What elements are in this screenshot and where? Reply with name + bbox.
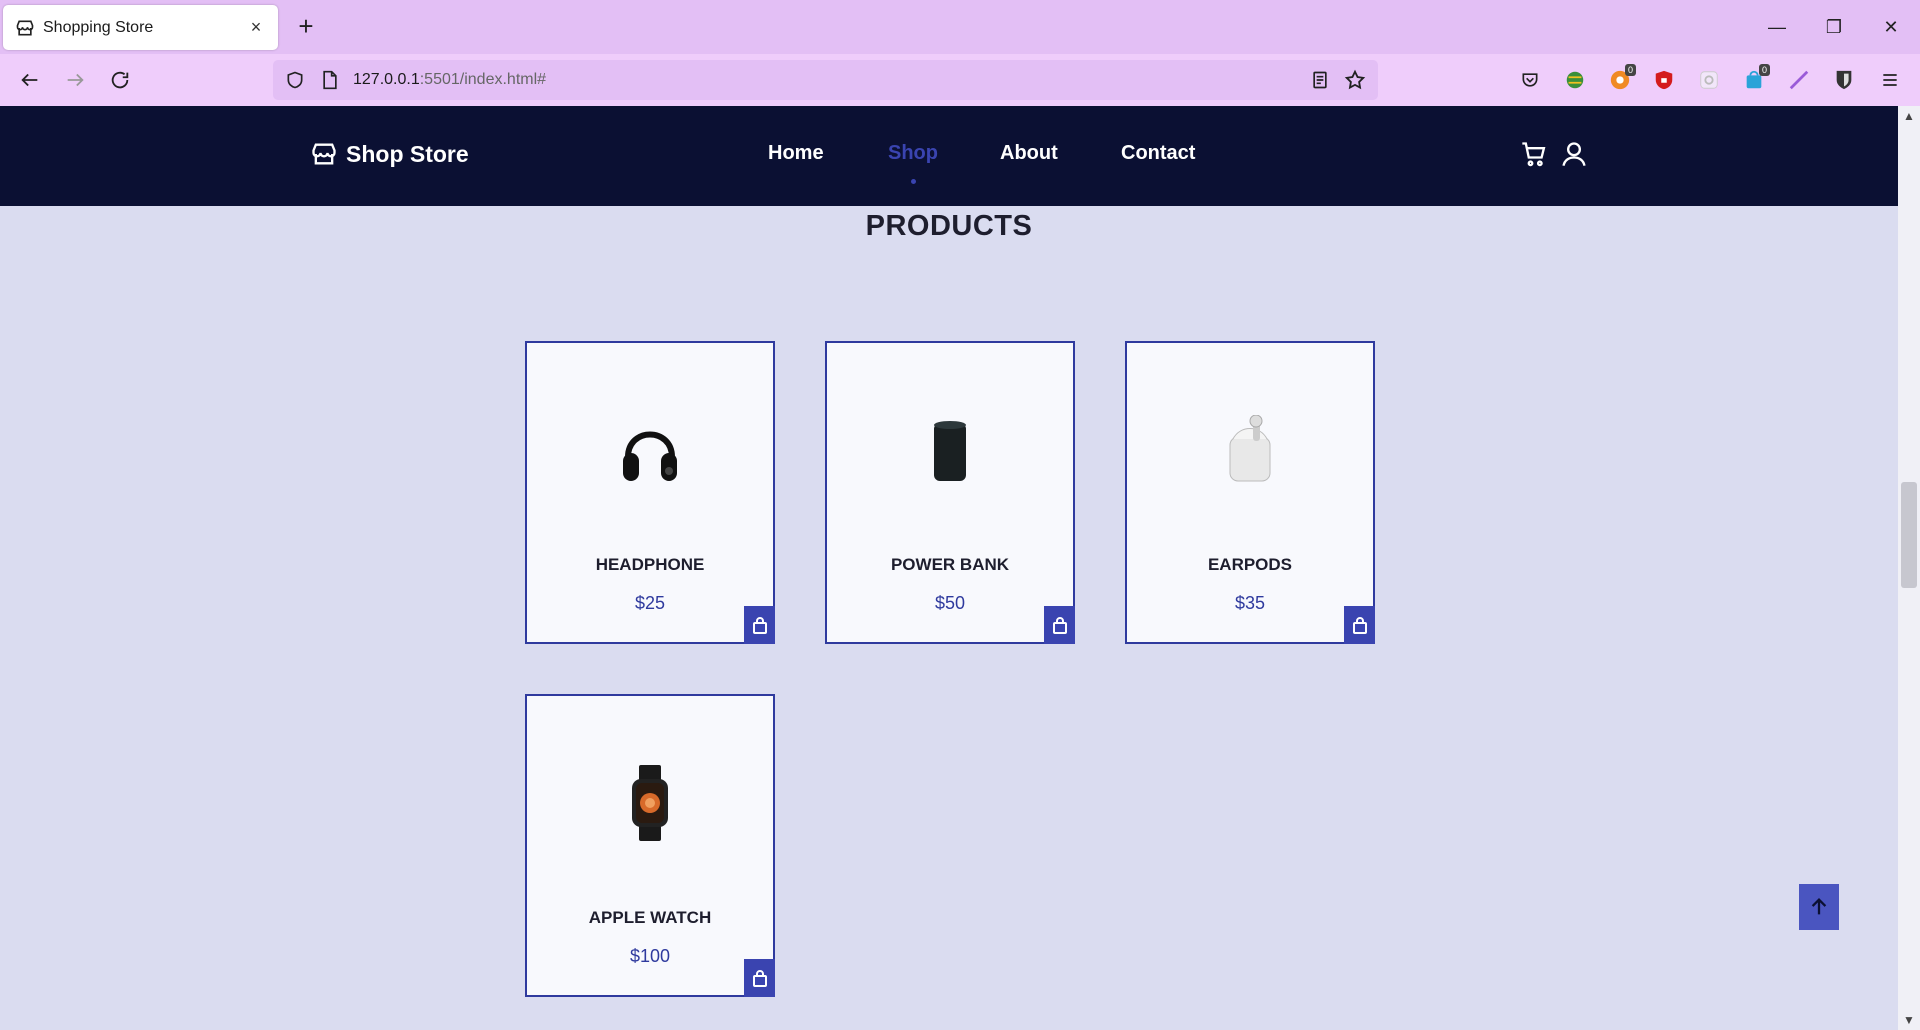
product-price: $25 (634, 593, 666, 613)
bitwarden-icon[interactable] (1832, 68, 1856, 92)
product-name: HEADPHONE (595, 555, 705, 574)
shopping-bag-icon (1052, 617, 1067, 634)
new-tab-button[interactable]: + (292, 12, 320, 40)
feed-extension-icon[interactable]: 0 (1608, 64, 1636, 92)
product-name: POWER BANK (890, 555, 1010, 574)
product-card[interactable]: EARPODS $35 (1125, 341, 1375, 644)
url-text[interactable]: 127.0.0.1:5501/index.html# (353, 71, 1310, 89)
add-to-cart-button[interactable] (744, 606, 775, 644)
browser-tab[interactable]: Shopping Store × (3, 5, 278, 50)
nav-contact[interactable]: Contact (1121, 142, 1195, 165)
scrollbar-thumb[interactable] (1901, 482, 1917, 588)
product-card[interactable]: HEADPHONE $25 (525, 341, 775, 644)
headphone-image (605, 405, 695, 495)
site-logo[interactable]: Shop Store (310, 140, 469, 168)
cart-icon[interactable] (1520, 140, 1548, 173)
bag-extension-icon[interactable]: 0 (1742, 64, 1770, 92)
add-to-cart-button[interactable] (1044, 606, 1075, 644)
reload-icon (111, 71, 129, 89)
arrow-left-icon (21, 73, 38, 87)
restore-button[interactable]: ❐ (1819, 12, 1849, 42)
user-icon[interactable] (1560, 140, 1588, 173)
product-price: $100 (629, 946, 671, 966)
tab-close-icon[interactable]: × (246, 17, 266, 38)
settings-extension-icon[interactable] (1697, 68, 1721, 92)
tab-title: Shopping Store (43, 18, 154, 36)
site-header: Shop Store Home Shop About Contact (0, 106, 1898, 206)
nav-home[interactable]: Home (768, 142, 824, 165)
bookmark-star-icon[interactable] (1344, 69, 1366, 91)
ublock-icon[interactable] (1652, 68, 1676, 92)
extension-badge: 0 (1758, 64, 1770, 76)
shopping-bag-icon (752, 970, 767, 987)
page-viewport: Shop Store Home Shop About Contact PRODU… (0, 106, 1898, 1030)
product-card[interactable]: APPLE WATCH $100 (525, 694, 775, 997)
nav-about[interactable]: About (1000, 142, 1058, 165)
section-title: PRODUCTS (865, 210, 1033, 242)
product-price: $35 (1234, 593, 1266, 613)
pocket-icon[interactable] (1518, 68, 1542, 92)
store-favicon-icon (16, 20, 34, 35)
store-icon (312, 143, 336, 165)
hamburger-menu-icon[interactable] (1878, 68, 1902, 92)
brand-name: Shop Store (346, 140, 469, 167)
scroll-down-arrow-icon[interactable]: ▼ (1898, 1012, 1920, 1028)
address-bar[interactable]: 127.0.0.1:5501/index.html# (273, 60, 1378, 100)
product-name: EARPODS (1207, 555, 1293, 574)
active-indicator (911, 179, 916, 184)
back-button[interactable] (14, 64, 46, 96)
scroll-up-arrow-icon[interactable]: ▲ (1898, 108, 1920, 124)
earpods-image (1205, 405, 1295, 495)
browser-tab-bar: Shopping Store × + — ❐ ✕ (0, 0, 1920, 54)
extension-badge: 0 (1624, 64, 1636, 76)
product-card[interactable]: POWER BANK $50 (825, 341, 1075, 644)
globe-extension-icon[interactable] (1563, 68, 1587, 92)
add-to-cart-button[interactable] (1344, 606, 1375, 644)
shopping-bag-icon (1352, 617, 1367, 634)
forward-button[interactable] (59, 64, 91, 96)
product-price: $50 (934, 593, 966, 613)
window-close-button[interactable]: ✕ (1876, 12, 1906, 42)
pen-extension-icon[interactable] (1787, 68, 1811, 92)
nav-shop[interactable]: Shop (888, 142, 938, 165)
product-name: APPLE WATCH (588, 908, 712, 927)
scroll-to-top-button[interactable] (1799, 884, 1839, 930)
shield-icon[interactable] (285, 70, 305, 90)
apple-watch-image (605, 758, 695, 848)
page-icon (323, 70, 337, 90)
arrow-up-icon (1811, 898, 1827, 915)
minimize-button[interactable]: — (1762, 12, 1792, 42)
add-to-cart-button[interactable] (744, 959, 775, 997)
page-scrollbar[interactable]: ▲ ▼ (1898, 106, 1920, 1030)
power-bank-image (905, 405, 995, 495)
browser-nav-bar: 127.0.0.1:5501/index.html# 0 0 (0, 54, 1920, 106)
reload-button[interactable] (104, 64, 136, 96)
arrow-right-icon (67, 73, 84, 87)
shopping-bag-icon (752, 617, 767, 634)
reader-view-icon[interactable] (1310, 70, 1330, 90)
